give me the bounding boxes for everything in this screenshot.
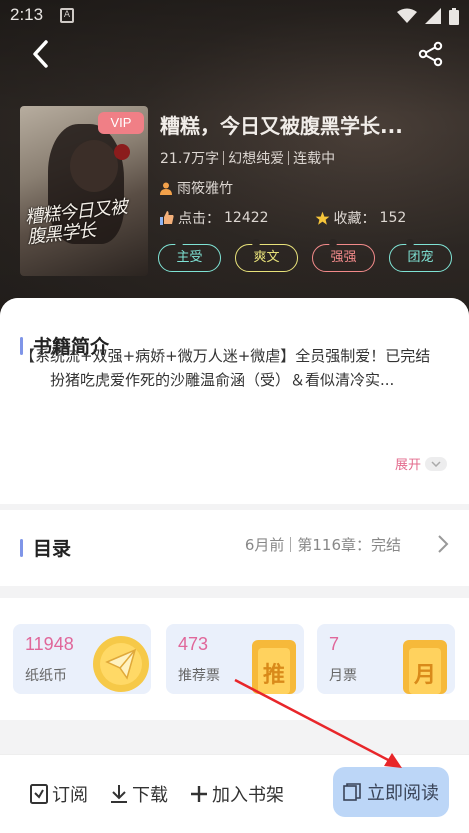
book-meta: 21.7万字 幻想纯爱 连载中 [160, 148, 460, 168]
divider [290, 537, 292, 552]
status-time: 2:13 [10, 5, 44, 24]
svg-text:推: 推 [263, 663, 285, 688]
thumbs-up-icon [160, 211, 174, 225]
book-open-icon [343, 783, 361, 801]
back-button[interactable] [22, 34, 58, 74]
chevron-right-icon [438, 535, 449, 553]
download-label: 下载 [132, 785, 168, 806]
tag-list: 主受 爽文 强强 团宠 [158, 239, 452, 272]
currency-card-paper-coin[interactable]: 11948 纸纸币 [13, 624, 151, 694]
author-row[interactable]: 雨筱雅竹 [160, 178, 460, 198]
clicks-stat: 点击： 12422 [160, 208, 269, 228]
status-icons [397, 7, 459, 25]
cover-rose [114, 144, 130, 160]
genre[interactable]: 幻想纯爱 [228, 148, 284, 168]
book-stats: 点击： 12422 收藏： 152 [160, 208, 460, 228]
section-divider [0, 724, 469, 754]
add-to-shelf-button[interactable]: 加入书架 [190, 781, 284, 807]
bottom-action-bar: 订阅 下载 加入书架 立即阅读 [0, 754, 469, 833]
book-title: 糟糕，今日又被腹黑学长... [160, 114, 403, 138]
expand-label: 展开 [394, 458, 421, 473]
recommend-ticket-icon: 推 [252, 640, 296, 694]
intro-section: 书籍简介 【系统流+双强+病娇+微万人迷+微虐】全员强制爱！已完结 扮猪吃虎爱作… [0, 298, 469, 504]
favorites-stat: 收藏： 152 [315, 208, 407, 228]
toc-heading: 目录 [33, 538, 72, 560]
currency-value: 473 [178, 634, 209, 654]
vip-badge: VIP [98, 112, 144, 134]
paper-plane-coin-icon [93, 636, 149, 692]
book-info: 糟糕，今日又被腹黑学长... 21.7万字 幻想纯爱 连载中 雨筱雅竹 点击： … [160, 110, 460, 228]
status-bar: 2:13 A [0, 0, 469, 32]
toc-meta: 6月前 第116章：完结 [245, 534, 401, 555]
subscribe-label: 订阅 [52, 785, 88, 806]
chevron-down-icon [425, 456, 447, 471]
share-button[interactable] [413, 36, 449, 72]
intro-paragraph: 【系统流+双强+病娇+微万人迷+微虐】全员强制爱！已完结 [20, 347, 431, 365]
add-to-shelf-label: 加入书架 [212, 785, 284, 806]
expand-button[interactable]: 展开 [395, 454, 447, 473]
favorites-label: 收藏： [333, 211, 376, 227]
cover-title-art: 糟糕今日又被腹黑学长 [24, 196, 128, 249]
tag-item[interactable]: 爽文 [235, 239, 298, 272]
tag-label: 爽文 [253, 250, 280, 265]
monthly-ticket-icon: 月 [403, 640, 447, 694]
word-count: 21.7万字 [160, 151, 220, 167]
notification-a-icon: A [60, 8, 74, 23]
author-name: 雨筱雅竹 [177, 181, 233, 197]
back-arrow-icon [33, 40, 48, 68]
toc-latest-chapter: 第116章：完结 [297, 536, 401, 554]
wifi-icon [397, 8, 417, 23]
clicks-label: 点击： [178, 211, 220, 227]
read-now-label: 立即阅读 [367, 783, 439, 804]
tag-label: 团宠 [407, 250, 434, 265]
top-nav [0, 34, 469, 74]
book-cover[interactable]: 糟糕今日又被腹黑学长 VIP [20, 106, 148, 276]
currency-value: 11948 [25, 634, 74, 654]
section-bar [20, 538, 23, 557]
currency-label: 纸纸币 [25, 668, 67, 684]
currency-label: 推荐票 [178, 668, 220, 684]
currency-card-recommend[interactable]: 473 推荐票 推 [166, 624, 304, 694]
subscribe-button[interactable]: 订阅 [30, 781, 88, 807]
toc-updated: 6月前 [244, 536, 285, 554]
share-icon [418, 41, 443, 67]
download-button[interactable]: 下载 [110, 781, 168, 807]
person-icon [160, 182, 172, 195]
svg-text:月: 月 [413, 663, 436, 688]
cover-figure-head [70, 140, 118, 192]
download-icon [111, 785, 127, 803]
tag-label: 主受 [176, 250, 203, 265]
tag-label: 强强 [330, 250, 357, 265]
currency-label: 月票 [329, 668, 357, 684]
currency-card-monthly[interactable]: 7 月票 月 [317, 624, 455, 694]
read-now-button[interactable]: 立即阅读 [333, 767, 449, 817]
signal-icon [425, 8, 441, 24]
battery-icon [449, 7, 459, 25]
tag-item[interactable]: 强强 [312, 239, 375, 272]
divider [223, 151, 225, 165]
favorites-value: 152 [379, 210, 407, 226]
tag-item[interactable]: 团宠 [389, 239, 452, 272]
serial-status: 连载中 [293, 151, 336, 167]
tag-item[interactable]: 主受 [158, 239, 221, 272]
subscribe-icon [30, 784, 48, 804]
intro-text: 【系统流+双强+病娇+微万人迷+微虐】全员强制爱！已完结 扮猪吃虎爱作死的沙雕温… [20, 344, 444, 392]
clicks-value: 12422 [224, 210, 269, 226]
plus-icon [191, 786, 207, 802]
star-icon [315, 211, 329, 225]
currency-row: 11948 纸纸币 473 推荐票 推 7 月票 月 [0, 598, 469, 720]
details-sheet: 书籍简介 【系统流+双强+病娇+微万人迷+微虐】全员强制爱！已完结 扮猪吃虎爱作… [0, 298, 469, 833]
currency-value: 7 [329, 634, 340, 654]
toc-section[interactable]: 目录 6月前 第116章：完结 [0, 510, 469, 586]
toc-heading-row: 目录 [20, 534, 71, 561]
intro-paragraph: 扮猪吃虎爱作死的沙雕温俞涵（受）＆看似清冷实... [50, 371, 395, 389]
divider [288, 151, 290, 165]
